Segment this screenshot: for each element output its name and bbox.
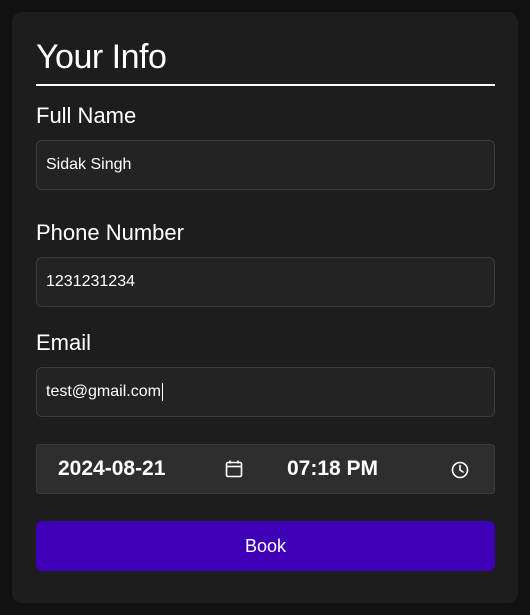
email-field[interactable]: test@gmail.com: [36, 367, 495, 417]
book-button[interactable]: Book: [36, 521, 495, 571]
time-input[interactable]: 07:18 PM: [287, 445, 378, 493]
booking-form-card: Your Info Full Name Phone Number Email t…: [12, 12, 518, 603]
title-divider: [36, 84, 495, 86]
form-title: Your Info: [36, 38, 167, 76]
date-input[interactable]: 2024-08-21: [58, 445, 165, 493]
email-label: Email: [36, 330, 92, 355]
phone-number-field[interactable]: [36, 257, 495, 307]
date-time-picker: 2024-08-21 07:18 PM: [36, 444, 495, 494]
date-value: 2024-08-21: [58, 457, 166, 480]
time-value: 07:18 PM: [287, 457, 379, 480]
full-name-label: Full Name: [36, 103, 137, 128]
email-field-value: test@gmail.com: [46, 383, 161, 400]
text-caret: [161, 383, 163, 401]
phone-number-label: Phone Number: [36, 220, 184, 245]
calendar-icon[interactable]: [224, 459, 244, 479]
clock-icon[interactable]: [450, 460, 470, 480]
full-name-field[interactable]: [36, 140, 495, 190]
